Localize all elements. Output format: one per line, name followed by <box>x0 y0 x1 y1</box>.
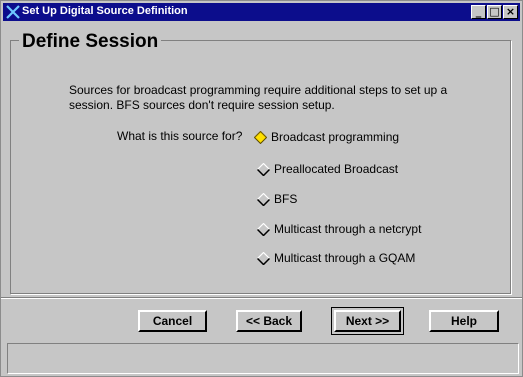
radio-label: BFS <box>274 192 298 206</box>
close-button[interactable]: × <box>503 5 518 19</box>
source-question-label: What is this source for? <box>117 129 243 143</box>
maximize-button[interactable]: □ <box>487 5 502 19</box>
radio-unselected-icon <box>257 222 270 236</box>
description-text: Sources for broadcast programming requir… <box>69 83 448 112</box>
cancel-button[interactable]: Cancel <box>138 310 207 332</box>
minimize-button[interactable]: _ <box>471 5 486 19</box>
radio-label: Multicast through a netcrypt <box>274 222 422 236</box>
window-title: Set Up Digital Source Definition <box>22 5 188 17</box>
radio-option-multicast-gqam[interactable]: Multicast through a GQAM <box>257 250 415 266</box>
button-area-divider <box>1 297 522 299</box>
radio-unselected-icon <box>257 251 270 265</box>
dialog-window: Set Up Digital Source Definition _ □ × D… <box>0 0 523 377</box>
radio-label: Broadcast programming <box>271 130 400 144</box>
help-button[interactable]: Help <box>429 310 499 332</box>
group-title: Define Session <box>19 31 162 53</box>
radio-option-bfs[interactable]: BFS <box>257 191 297 207</box>
status-bar <box>7 343 519 374</box>
radio-label: Multicast through a GQAM <box>274 251 416 265</box>
next-button[interactable]: Next >> <box>331 307 404 335</box>
title-bar[interactable]: Set Up Digital Source Definition _ □ × <box>3 3 520 21</box>
radio-selected-icon <box>254 130 267 144</box>
back-button[interactable]: << Back <box>236 310 302 332</box>
radio-unselected-icon <box>257 162 270 176</box>
radio-label: Preallocated Broadcast <box>274 162 399 176</box>
window-controls: _ □ × <box>471 5 518 19</box>
radio-unselected-icon <box>257 192 270 206</box>
app-x-icon <box>6 5 20 19</box>
radio-option-multicast-netcrypt[interactable]: Multicast through a netcrypt <box>257 221 421 237</box>
radio-option-broadcast-programming[interactable]: Broadcast programming <box>254 129 399 145</box>
radio-option-preallocated-broadcast[interactable]: Preallocated Broadcast <box>257 161 398 177</box>
